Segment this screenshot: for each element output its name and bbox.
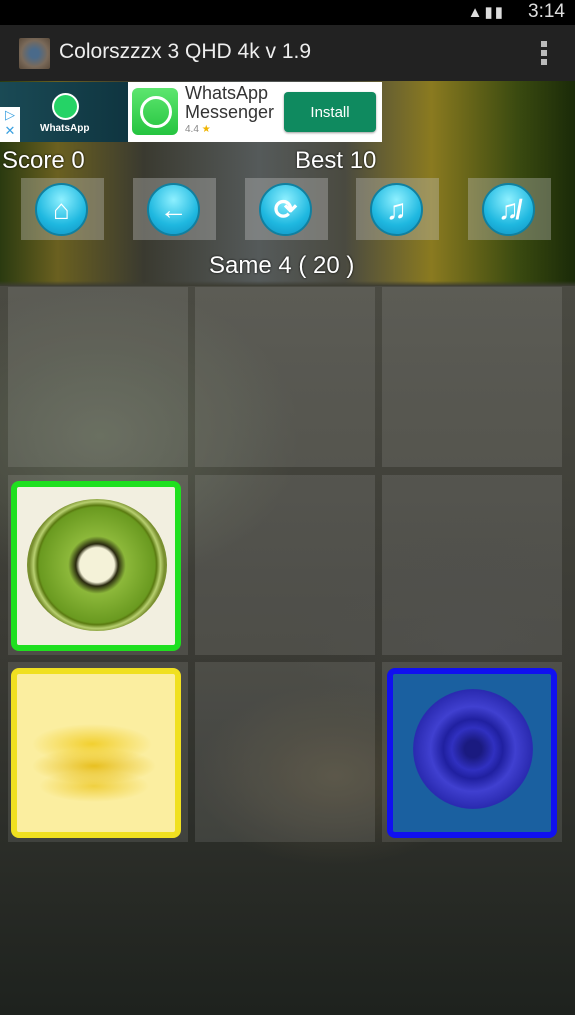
app-icon — [19, 38, 50, 69]
ad-content[interactable]: WhatsApp Messenger 4.4 ★ Install — [128, 82, 382, 142]
music-off-button[interactable]: ♫̸ — [468, 178, 551, 240]
music-on-icon: ♫ — [370, 183, 423, 236]
card-kiwi[interactable] — [11, 481, 181, 651]
best-score-label: Best 10 — [295, 147, 377, 174]
banana-image — [32, 704, 157, 804]
score-label: Score 0 — [2, 147, 85, 174]
ad-banner[interactable]: WhatsApp ▷ ✕ WhatsApp Messenger 4.4 ★ Inst… — [0, 82, 382, 142]
restart-button[interactable]: ⟳ — [245, 178, 328, 240]
tile-1-2[interactable] — [195, 287, 375, 467]
card-banana[interactable] — [11, 668, 181, 838]
whatsapp-app-icon — [132, 88, 178, 135]
whatsapp-logo-icon — [52, 93, 79, 120]
kiwi-image — [27, 499, 167, 631]
music-on-button[interactable]: ♫ — [356, 178, 439, 240]
back-arrow-icon: ← — [147, 183, 200, 236]
install-button[interactable]: Install — [284, 92, 376, 132]
ad-brand-label: WhatsApp — [40, 123, 90, 134]
status-bar: ▲▮▮ 3:14 — [0, 0, 575, 25]
same-counter: Same 4 ( 20 ) — [209, 252, 355, 279]
refresh-icon: ⟳ — [259, 183, 312, 236]
adchoices-icon[interactable]: ▷ ✕ — [0, 107, 20, 142]
app-bar: Colorszzzx 3 QHD 4k v 1.9 — [0, 25, 575, 81]
star-icon: ★ — [201, 124, 211, 135]
home-icon: ⌂ — [35, 183, 88, 236]
blue-rose-image — [413, 689, 533, 809]
tile-3-2[interactable] — [195, 662, 375, 842]
ad-rating: 4.4 ★ — [185, 124, 211, 135]
tile-1-1[interactable] — [8, 287, 188, 467]
overflow-menu-icon[interactable] — [541, 41, 547, 68]
tile-2-3[interactable] — [382, 475, 562, 655]
ad-title: WhatsApp Messenger — [185, 83, 275, 122]
home-button[interactable]: ⌂ — [21, 178, 104, 240]
app-title: Colorszzzx 3 QHD 4k v 1.9 — [59, 40, 312, 63]
tile-1-3[interactable] — [382, 287, 562, 467]
card-blue-rose[interactable] — [387, 668, 557, 838]
clock: 3:14 — [528, 1, 565, 22]
music-off-icon: ♫̸ — [482, 183, 535, 236]
tile-2-2[interactable] — [195, 475, 375, 655]
status-icons: ▲▮▮ — [467, 4, 505, 21]
back-button[interactable]: ← — [133, 178, 216, 240]
